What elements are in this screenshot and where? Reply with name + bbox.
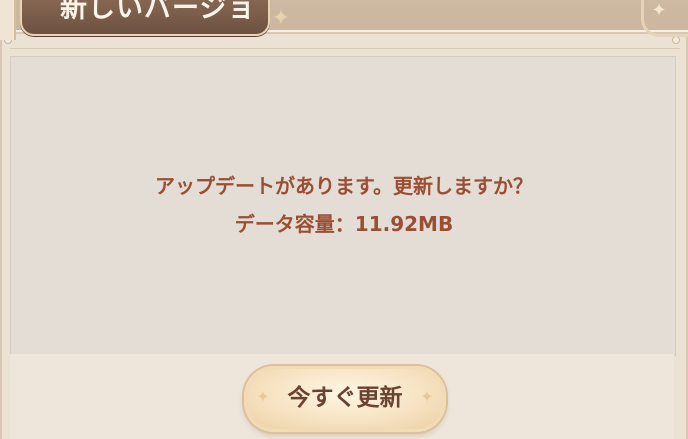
star-ornament-icon: ✦ bbox=[651, 0, 667, 21]
frame-divider bbox=[10, 48, 680, 49]
title-tab: 新しいバージョ bbox=[20, 0, 270, 36]
message-panel bbox=[10, 56, 676, 356]
update-dialog: ✦ 新しいバージョ ✦ アップデートがあります。更新しますか？ データ容量：11… bbox=[0, 0, 688, 439]
star-ornament-icon: ✦ bbox=[271, 6, 291, 31]
data-size-message: データ容量：11.92MB bbox=[234, 212, 454, 236]
dialog-title: 新しいバージョ bbox=[60, 0, 256, 24]
frame-left-ornament bbox=[0, 0, 16, 40]
sparkle-icon: ✦ bbox=[420, 387, 434, 406]
frame-rivet-right bbox=[672, 36, 680, 44]
update-now-label: 今すぐ更新 bbox=[287, 385, 403, 411]
update-now-button[interactable]: ✦ 今すぐ更新 ✦ bbox=[244, 366, 446, 432]
update-message: アップデートがあります。更新しますか？ bbox=[155, 174, 533, 198]
